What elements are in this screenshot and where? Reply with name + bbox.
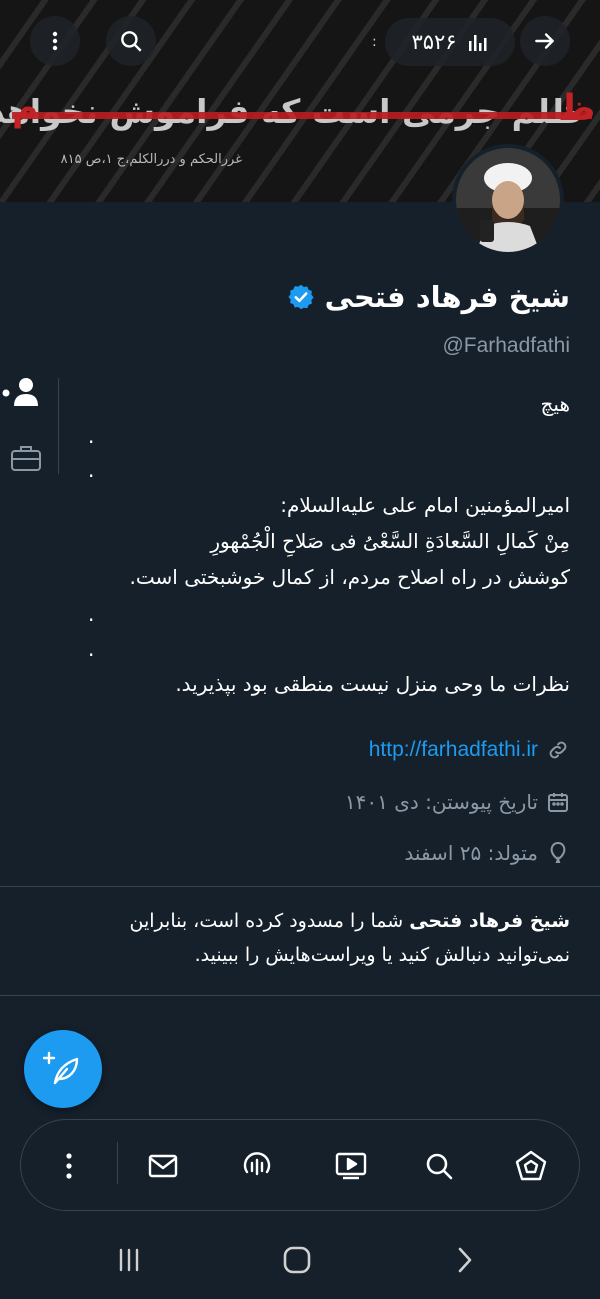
nav-messages-button[interactable] xyxy=(139,1142,187,1190)
nav-separator xyxy=(117,1142,118,1184)
bottom-navigation-bar xyxy=(20,1119,580,1211)
blocked-notice-line-1: شیخ فرهاد فتحی شما را مسدود کرده است، بن… xyxy=(130,910,570,932)
verified-badge-icon[interactable] xyxy=(287,283,315,311)
views-counter[interactable]: ۳۵۲۶ xyxy=(385,18,515,66)
back-button[interactable] xyxy=(520,16,570,66)
home-square-icon xyxy=(283,1246,311,1274)
arrow-right-icon xyxy=(535,33,554,49)
banner-source: غررالحکم و دررالکلم،ج ۱،ص ۸۱۵ xyxy=(60,152,242,167)
system-navigation-bar xyxy=(0,1222,600,1299)
professional-tools-button[interactable] xyxy=(10,444,42,476)
bio-dot-3: . xyxy=(88,602,95,626)
join-date-row: تاریخ پیوستن: دی ۱۴۰۱ xyxy=(345,790,570,814)
link-icon xyxy=(549,741,567,759)
views-count: ۳۵۲۶ xyxy=(411,30,457,54)
bio-line-3: مِنْ کَمالِ السَّعادَةِ السَّعْیُ فی صَل… xyxy=(210,529,570,553)
home-button[interactable] xyxy=(274,1240,320,1280)
display-name: شیخ فرهاد فتحی xyxy=(324,280,570,314)
nav-grok-button[interactable] xyxy=(507,1142,555,1190)
mail-icon xyxy=(148,1154,178,1178)
banner-red-letter-right: ظ xyxy=(558,88,596,129)
compose-feather-icon xyxy=(43,1051,79,1085)
birthday-row: متولد: ۲۵ اسفند xyxy=(404,840,570,866)
more-options-button[interactable] xyxy=(30,16,80,66)
section-divider xyxy=(0,886,600,887)
banner-red-letter-left: م xyxy=(12,88,39,129)
nav-video-button[interactable] xyxy=(327,1142,375,1190)
recent-apps-button[interactable] xyxy=(106,1240,152,1280)
profile-photo xyxy=(456,148,560,252)
bio-dot-4: . xyxy=(88,637,95,661)
nav-search-button[interactable] xyxy=(415,1142,463,1190)
calendar-icon xyxy=(548,793,568,812)
bio-line-2: امیرالمؤمنین امام علی علیه‌السلام: xyxy=(280,493,570,517)
chevron-right-icon xyxy=(458,1247,472,1273)
website-link[interactable]: http://farhadfathi.ir xyxy=(369,738,538,762)
pentagon-icon xyxy=(515,1150,547,1181)
bio-dot-2: . xyxy=(88,458,95,482)
side-divider xyxy=(58,378,59,474)
bio-line-4: کوشش در راه اصلاح مردم، از کمال خوشبختی … xyxy=(129,565,570,589)
birthday-text: متولد: ۲۵ اسفند xyxy=(404,841,538,865)
bio-dot-1: . xyxy=(88,424,95,448)
more-vertical-icon xyxy=(66,1153,72,1179)
profile-name-row: شیخ فرهاد فتحی xyxy=(287,280,570,314)
person-icon xyxy=(2,378,38,406)
balloon-icon xyxy=(550,841,566,863)
briefcase-icon xyxy=(11,446,41,471)
more-vertical-icon xyxy=(52,31,58,51)
blocked-notice-text: شما را مسدود کرده است، بنابراین xyxy=(129,910,410,932)
profile-website-row[interactable]: http://farhadfathi.ir xyxy=(369,738,570,762)
profile-side-user-button[interactable] xyxy=(2,376,42,412)
avatar[interactable] xyxy=(452,144,564,256)
search-icon xyxy=(121,31,142,52)
search-icon xyxy=(426,1153,453,1180)
nav-spaces-button[interactable] xyxy=(233,1142,281,1190)
section-divider-2 xyxy=(0,995,600,996)
video-play-icon xyxy=(335,1152,367,1180)
bar-chart-icon xyxy=(468,35,487,51)
blocked-notice-line-2: نمی‌توانید دنبالش کنید یا ویراست‌هایش را… xyxy=(194,944,570,966)
search-profile-button[interactable] xyxy=(106,16,156,66)
join-date-text: تاریخ پیوستن: دی ۱۴۰۱ xyxy=(344,790,538,814)
profile-handle: @Farhadfathi xyxy=(442,334,570,357)
system-back-button[interactable] xyxy=(442,1240,488,1280)
blocked-notice-name: شیخ فرهاد فتحی xyxy=(409,910,570,932)
bio-line-1: هیچ xyxy=(540,392,571,416)
recent-apps-icon xyxy=(119,1248,139,1272)
bio-line-5: نظرات ما وحی منزل نیست منطقی بود بپذیرید… xyxy=(175,672,570,696)
nav-more-button[interactable] xyxy=(45,1142,93,1190)
banner-top-text: : xyxy=(372,34,377,50)
compose-post-button[interactable] xyxy=(24,1030,102,1108)
spaces-microphone-icon xyxy=(243,1152,271,1176)
banner-strike-line xyxy=(12,112,592,119)
